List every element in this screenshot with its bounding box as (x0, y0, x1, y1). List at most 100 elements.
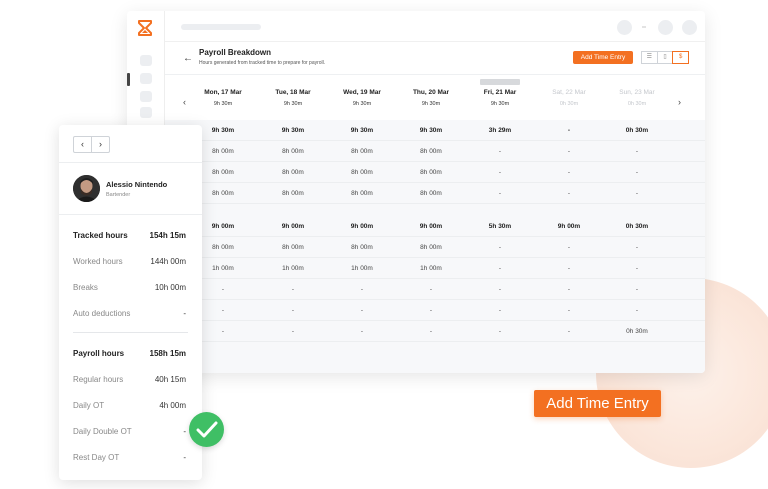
grid-cell[interactable]: - (465, 307, 535, 314)
grid-cell[interactable]: - (534, 190, 604, 197)
back-arrow-icon[interactable]: ← (183, 53, 193, 64)
grid-cell[interactable]: - (465, 148, 535, 155)
table-row: 8h 00m 8h 00m 8h 00m 8h 00m - - - (165, 141, 705, 162)
grid-cell[interactable]: - (465, 190, 535, 197)
stat-label: Breaks (73, 283, 98, 292)
grid-cell[interactable]: 3h 29m (465, 127, 535, 134)
grid-cell[interactable]: 9h 30m (258, 127, 328, 134)
grid-cell[interactable]: 8h 00m (396, 190, 466, 197)
day-header: Wed, 19 Mar 9h 30m (327, 89, 397, 107)
grid-cell[interactable]: - (534, 244, 604, 251)
next-week-icon[interactable]: › (678, 97, 681, 107)
stat-label: Auto deductions (73, 309, 131, 318)
grid-cell[interactable]: - (258, 307, 328, 314)
sidebar-item-3[interactable] (140, 91, 152, 102)
grid-cell[interactable]: 8h 00m (258, 148, 328, 155)
grid-cell[interactable]: - (534, 328, 604, 335)
grid-cell[interactable]: - (465, 169, 535, 176)
grid-cell[interactable]: 9h 00m (327, 223, 397, 230)
sidebar-item-1[interactable] (140, 55, 152, 66)
grid-cell[interactable]: - (602, 244, 672, 251)
stat-worked-hours: Worked hours 144h 00m (73, 257, 186, 266)
grid-cell[interactable]: 0h 30m (602, 328, 672, 335)
sidebar-item-2[interactable] (140, 73, 152, 84)
grid-cell[interactable]: - (602, 148, 672, 155)
grid-cell[interactable]: - (258, 328, 328, 335)
day-badge (480, 79, 520, 85)
doc-view-icon[interactable]: ▯ (656, 51, 674, 64)
grid-cell[interactable]: - (327, 286, 397, 293)
grid-cell[interactable]: 8h 00m (258, 244, 328, 251)
payroll-view-icon[interactable]: $ (672, 51, 690, 64)
grid-cell[interactable]: 8h 00m (327, 190, 397, 197)
grid-cell[interactable]: - (534, 148, 604, 155)
grid-cell[interactable]: - (327, 307, 397, 314)
grid-cell[interactable]: 0h 30m (602, 223, 672, 230)
add-time-entry-button[interactable]: Add Time Entry (573, 51, 633, 64)
grid-cell[interactable]: 8h 00m (396, 244, 466, 251)
grid-cell[interactable]: - (534, 169, 604, 176)
grid-cell[interactable]: 8h 00m (396, 148, 466, 155)
grid-cell[interactable]: 8h 00m (258, 190, 328, 197)
stat-value: 10h 00m (154, 283, 186, 292)
grid-cell[interactable]: 9h 00m (534, 223, 604, 230)
grid-cell[interactable]: - (396, 286, 466, 293)
grid-cell[interactable]: - (602, 307, 672, 314)
list-view-icon[interactable]: ☰ (641, 51, 658, 64)
add-time-entry-large-button[interactable]: Add Time Entry (534, 390, 661, 417)
grid-cell[interactable]: - (465, 244, 535, 251)
stat-daily-ot: Daily OT 4h 00m (73, 401, 186, 410)
day-header: Sun, 23 Mar 0h 30m (602, 89, 672, 107)
stat-label: Rest Day OT (73, 453, 120, 462)
search-bar[interactable] (181, 24, 261, 30)
grid-cell[interactable]: 8h 00m (258, 169, 328, 176)
grid-cell[interactable]: - (258, 286, 328, 293)
app-window: ← Payroll Breakdown Hours generated from… (127, 11, 705, 373)
day-label: Thu, 20 Mar (412, 89, 450, 96)
grid-cell[interactable]: - (396, 307, 466, 314)
prev-employee-icon[interactable]: ‹ (74, 137, 91, 152)
notification-icon[interactable] (617, 20, 632, 35)
stat-label: Regular hours (73, 375, 124, 384)
grid-cell[interactable]: - (465, 328, 535, 335)
grid-cell[interactable]: 5h 30m (465, 223, 535, 230)
table-row: 8h 00m 8h 00m 8h 00m 8h 00m - - - (165, 183, 705, 204)
grid-cell[interactable]: - (534, 265, 604, 272)
stat-daily-double-ot: Daily Double OT - (73, 427, 186, 436)
grid-cell[interactable]: - (396, 328, 466, 335)
grid-cell[interactable]: 8h 00m (396, 169, 466, 176)
grid-cell[interactable]: 0h 30m (602, 127, 672, 134)
grid-cell[interactable]: 1h 00m (327, 265, 397, 272)
prev-week-icon[interactable]: ‹ (183, 97, 186, 107)
user-avatar-icon[interactable] (682, 20, 697, 35)
help-icon[interactable] (658, 20, 673, 35)
day-label: Wed, 19 Mar (343, 89, 381, 96)
grid-cell[interactable]: 9h 30m (327, 127, 397, 134)
stat-tracked-hours: Tracked hours 154h 15m (73, 231, 186, 240)
stat-value: 4h 00m (159, 401, 186, 410)
grid-cell[interactable]: - (602, 286, 672, 293)
grid-cell[interactable]: 9h 00m (396, 223, 466, 230)
grid-cell[interactable]: 8h 00m (327, 169, 397, 176)
grid-cell[interactable]: 9h 00m (258, 223, 328, 230)
day-hours: 0h 30m (559, 101, 579, 107)
stat-value: 40h 15m (154, 375, 186, 384)
grid-cell[interactable]: - (327, 328, 397, 335)
grid-cell[interactable]: - (534, 127, 604, 134)
grid-cell[interactable]: - (534, 307, 604, 314)
grid-cell[interactable]: 8h 00m (327, 148, 397, 155)
grid-cell[interactable]: - (602, 169, 672, 176)
next-employee-icon[interactable]: › (91, 137, 109, 152)
grid-cell[interactable]: - (465, 265, 535, 272)
grid-cell[interactable]: 9h 30m (396, 127, 466, 134)
grid-cell[interactable]: - (465, 286, 535, 293)
grid-cell[interactable]: - (602, 190, 672, 197)
day-hours: 9h 30m (421, 101, 441, 107)
grid-cell[interactable]: - (602, 265, 672, 272)
grid-cell[interactable]: 8h 00m (327, 244, 397, 251)
stat-value: 158h 15m (149, 349, 186, 358)
grid-cell[interactable]: 1h 00m (396, 265, 466, 272)
sidebar-item-4[interactable] (140, 107, 152, 118)
grid-cell[interactable]: 1h 00m (258, 265, 328, 272)
grid-cell[interactable]: - (534, 286, 604, 293)
